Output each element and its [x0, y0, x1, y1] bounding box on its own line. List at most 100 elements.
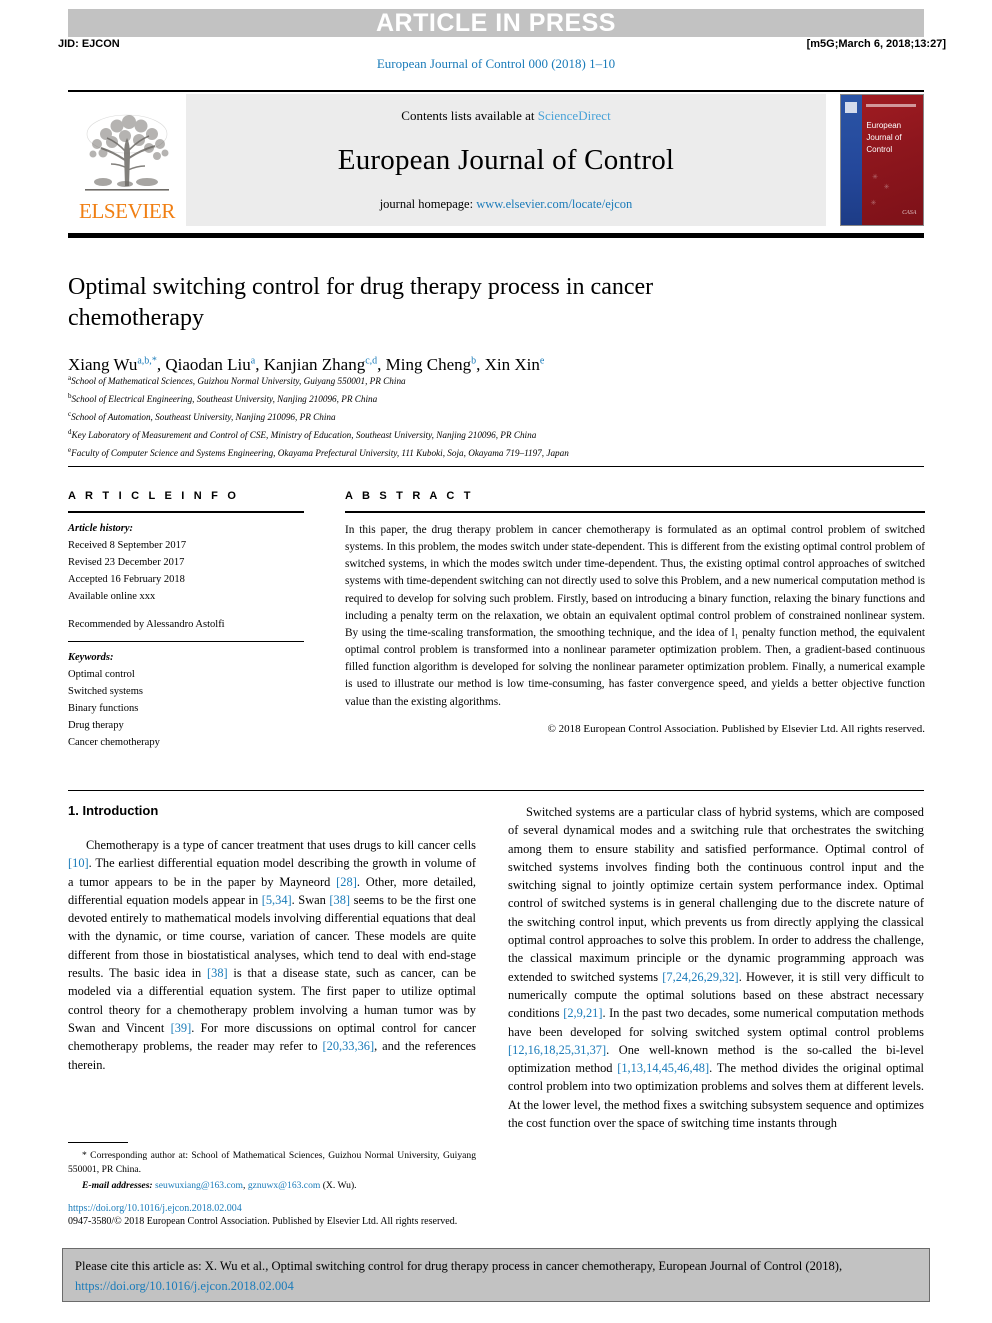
elsevier-tree-icon	[85, 114, 169, 191]
affiliation-text: School of Automation, Southeast Universi…	[71, 411, 336, 422]
citation-reference-link[interactable]: [38]	[329, 893, 350, 907]
footnote-block: * Corresponding author at: School of Mat…	[68, 1149, 476, 1194]
corresponding-author-note: * Corresponding author at: School of Mat…	[68, 1149, 476, 1177]
article-info-column: A R T I C L E I N F O Article history: R…	[68, 490, 304, 751]
citation-reference-link[interactable]: [38]	[207, 966, 228, 980]
asterisk-icon: *	[82, 1150, 87, 1161]
build-stamp-label: [m5G;March 6, 2018;13:27]	[806, 38, 946, 50]
citation-reference-link[interactable]: [5,34]	[262, 893, 292, 907]
section-title-introduction: 1. Introduction	[68, 803, 159, 818]
paper-page: ARTICLE IN PRESS JID: EJCON [m5G;March 6…	[0, 0, 992, 1323]
article-in-press-label: ARTICLE IN PRESS	[376, 8, 616, 37]
citation-doi-link[interactable]: https://doi.org/10.1016/j.ejcon.2018.02.…	[75, 1279, 294, 1293]
abstract-copyright: © 2018 European Control Association. Pub…	[547, 722, 925, 735]
email-owner: (X. Wu).	[322, 1180, 357, 1192]
citation-reference-link[interactable]: [12,16,18,25,31,37]	[508, 1043, 606, 1057]
email-link-1[interactable]: seuwuxiang@163.com	[155, 1180, 243, 1191]
abstract-text: In this paper, the drug therapy problem …	[345, 524, 925, 708]
affiliation-item: eFaculty of Computer Science and Systems…	[68, 444, 928, 462]
article-info-heading: A R T I C L E I N F O	[68, 490, 240, 502]
sciencedirect-link[interactable]: ScienceDirect	[538, 108, 611, 123]
keyword-item: Switched systems	[68, 686, 143, 697]
citation-notice-text: Please cite this article as: X. Wu et al…	[75, 1256, 917, 1297]
homepage-prefix: journal homepage:	[379, 197, 477, 211]
affiliation-rule	[68, 466, 924, 467]
affiliation-text: Key Laboratory of Measurement and Contro…	[71, 429, 537, 440]
journal-id-label: JID: EJCON	[58, 38, 120, 50]
cover-top-bar	[865, 104, 917, 108]
journal-homepage-link[interactable]: www.elsevier.com/locate/ejcon	[476, 197, 632, 211]
citation-reference-link[interactable]: [10]	[68, 856, 89, 870]
doi-link[interactable]: https://doi.org/10.1016/j.ejcon.2018.02.…	[68, 1203, 628, 1214]
citation-reference-link[interactable]: [7,24,26,29,32]	[662, 970, 738, 984]
masthead-top-rule	[68, 90, 924, 92]
cover-star-icon: ✳	[870, 199, 877, 207]
affiliation-item: bSchool of Electrical Engineering, South…	[68, 390, 928, 408]
citation-reference-link[interactable]: [2,9,21]	[563, 1006, 602, 1020]
abstract-heading: A B S T R A C T	[345, 490, 474, 502]
author-affiliation-marker: a,b,	[137, 355, 152, 367]
affiliation-item: dKey Laboratory of Measurement and Contr…	[68, 426, 928, 444]
contents-prefix: Contents lists available at	[401, 108, 538, 123]
paper-title: Optimal switching control for drug thera…	[68, 274, 654, 331]
cover-star-icon: ✳	[883, 183, 890, 192]
abstract-column: A B S T R A C T In this paper, the drug …	[345, 490, 925, 735]
keyword-item: Cancer chemotherapy	[68, 737, 160, 748]
body-text-run: Chemotherapy is a type of cancer treatme…	[86, 838, 476, 852]
citation-reference-link[interactable]: [20,33,36]	[323, 1039, 375, 1053]
keyword-item: Drug therapy	[68, 720, 124, 731]
email-label: E-mail addresses:	[82, 1180, 153, 1192]
citation-reference-link[interactable]: [39]	[171, 1021, 192, 1035]
article-history-block: Article history: Received 8 September 20…	[68, 520, 304, 633]
intro-paragraph-right: Switched systems are a particular class …	[508, 803, 924, 1132]
doi-block: https://doi.org/10.1016/j.ejcon.2018.02.…	[68, 1203, 628, 1227]
journal-title: European Journal of Control	[337, 144, 675, 176]
email-note: E-mail addresses: seuwuxiang@163.com, gz…	[68, 1179, 476, 1193]
article-in-press-banner: ARTICLE IN PRESS	[68, 9, 924, 37]
body-text-run: . Swan	[291, 892, 330, 907]
recommended-by-label: Recommended by Alessandro Astolfi	[68, 619, 225, 630]
body-right-column: Switched systems are a particular class …	[508, 803, 924, 1132]
keywords-block: Keywords: Optimal control Switched syste…	[68, 649, 304, 751]
journal-id-row: JID: EJCON [m5G;March 6, 2018;13:27]	[58, 38, 946, 50]
history-item: Accepted 16 February 2018	[68, 574, 185, 585]
citation-reference-link[interactable]: [1,13,14,45,46,48]	[617, 1061, 709, 1075]
cover-left-strip	[841, 95, 863, 225]
author-affiliation-marker: e	[539, 355, 545, 367]
article-info-rule	[68, 511, 304, 513]
cover-title-text: European Journal of Control	[866, 120, 902, 154]
keywords-label: Keywords:	[68, 652, 114, 663]
issn-copyright-line: 0947-3580/© 2018 European Control Associ…	[68, 1216, 458, 1227]
email-link-2[interactable]: gznuwx@163.com	[248, 1180, 321, 1191]
citation-prefix: Please cite this article as: X. Wu et al…	[75, 1259, 843, 1273]
corresponding-author-text: Corresponding author at: School of Mathe…	[68, 1150, 476, 1176]
elsevier-wordmark: ELSEVIER	[79, 199, 175, 223]
masthead-center: Contents lists available at ScienceDirec…	[186, 94, 826, 226]
history-item: Revised 23 December 2017	[68, 557, 185, 568]
body-left-column: 1. Introduction Chemotherapy is a type o…	[68, 803, 476, 1074]
history-item: Available online xxx	[68, 591, 156, 602]
keyword-item: Optimal control	[68, 669, 135, 680]
citation-notice-box: Please cite this article as: X. Wu et al…	[62, 1248, 930, 1302]
cover-publisher-mark	[845, 101, 858, 114]
author-affiliation-marker: c,d	[365, 355, 378, 367]
keywords-rule	[68, 641, 304, 642]
affiliation-text: School of Electrical Engineering, Southe…	[71, 393, 378, 404]
affiliation-item: aSchool of Mathematical Sciences, Guizho…	[68, 372, 928, 390]
body-text-run: Switched systems are a particular class …	[508, 805, 924, 984]
citation-reference-link[interactable]: [28]	[336, 875, 357, 889]
affiliation-item: cSchool of Automation, Southeast Univers…	[68, 408, 928, 426]
journal-reference-link[interactable]: European Journal of Control 000 (2018) 1…	[0, 56, 992, 72]
journal-cover-thumbnail[interactable]: European Journal of Control ✳ ✳ ✳ CASA	[840, 94, 924, 226]
cover-society-mark: CASA	[902, 209, 917, 216]
keyword-item: Binary functions	[68, 703, 139, 714]
journal-homepage-line: journal homepage: www.elsevier.com/locat…	[380, 197, 633, 212]
abstract-bottom-rule	[68, 790, 924, 791]
article-history-label: Article history:	[68, 523, 134, 534]
contents-available-line: Contents lists available at ScienceDirec…	[401, 108, 610, 124]
affiliation-text: Faculty of Computer Science and Systems …	[71, 447, 569, 458]
footnote-separator-rule	[68, 1142, 128, 1143]
journal-masthead: ELSEVIER Contents lists available at Sci…	[68, 94, 924, 226]
elsevier-logo: ELSEVIER	[68, 94, 186, 226]
